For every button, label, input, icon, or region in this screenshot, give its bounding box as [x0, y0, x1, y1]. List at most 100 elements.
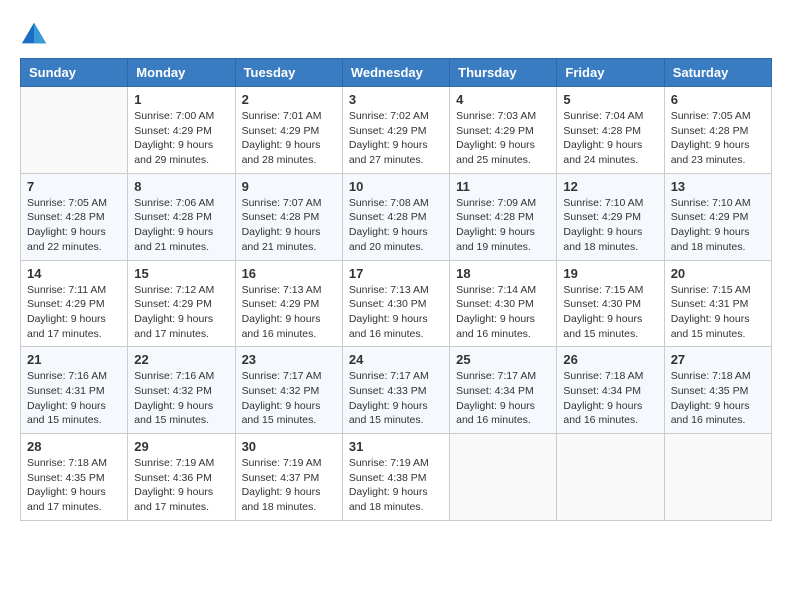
day-info: Sunrise: 7:18 AM Sunset: 4:35 PM Dayligh… [671, 369, 765, 428]
day-cell: 31 Sunrise: 7:19 AM Sunset: 4:38 PM Dayli… [342, 434, 449, 521]
day-cell: 21 Sunrise: 7:16 AM Sunset: 4:31 PM Dayli… [21, 347, 128, 434]
day-cell: 24 Sunrise: 7:17 AM Sunset: 4:33 PM Dayli… [342, 347, 449, 434]
day-info: Sunrise: 7:15 AM Sunset: 4:31 PM Dayligh… [671, 283, 765, 342]
day-cell [664, 434, 771, 521]
logo [20, 20, 52, 48]
page-header [20, 20, 772, 48]
day-info: Sunrise: 7:03 AM Sunset: 4:29 PM Dayligh… [456, 109, 550, 168]
day-cell: 9Sunrise: 7:07 AM Sunset: 4:28 PM Daylig… [235, 173, 342, 260]
day-info: Sunrise: 7:11 AM Sunset: 4:29 PM Dayligh… [27, 283, 121, 342]
calendar-body: 1 Sunrise: 7:00 AM Sunset: 4:29 PM Daylig… [21, 87, 772, 521]
day-info: Sunrise: 7:19 AM Sunset: 4:37 PM Dayligh… [242, 456, 336, 515]
day-info: Sunrise: 7:13 AM Sunset: 4:29 PM Dayligh… [242, 283, 336, 342]
day-number: 1 [134, 92, 228, 107]
day-cell: 10 Sunrise: 7:08 AM Sunset: 4:28 PM Dayli… [342, 173, 449, 260]
day-number: 19 [563, 266, 657, 281]
day-number: 16 [242, 266, 336, 281]
day-number: 6 [671, 92, 765, 107]
day-cell: 3 Sunrise: 7:02 AM Sunset: 4:29 PM Daylig… [342, 87, 449, 174]
day-number: 22 [134, 352, 228, 367]
day-info: Sunrise: 7:18 AM Sunset: 4:35 PM Dayligh… [27, 456, 121, 515]
day-number: 21 [27, 352, 121, 367]
day-number: 14 [27, 266, 121, 281]
week-row-4: 21 Sunrise: 7:16 AM Sunset: 4:31 PM Dayli… [21, 347, 772, 434]
day-cell: 2Sunrise: 7:01 AM Sunset: 4:29 PM Daylig… [235, 87, 342, 174]
day-info: Sunrise: 7:17 AM Sunset: 4:33 PM Dayligh… [349, 369, 443, 428]
day-number: 3 [349, 92, 443, 107]
day-info: Sunrise: 7:12 AM Sunset: 4:29 PM Dayligh… [134, 283, 228, 342]
day-number: 4 [456, 92, 550, 107]
day-number: 15 [134, 266, 228, 281]
day-cell [450, 434, 557, 521]
day-number: 11 [456, 179, 550, 194]
day-info: Sunrise: 7:18 AM Sunset: 4:34 PM Dayligh… [563, 369, 657, 428]
day-number: 30 [242, 439, 336, 454]
day-info: Sunrise: 7:19 AM Sunset: 4:36 PM Dayligh… [134, 456, 228, 515]
day-info: Sunrise: 7:14 AM Sunset: 4:30 PM Dayligh… [456, 283, 550, 342]
day-number: 5 [563, 92, 657, 107]
day-number: 12 [563, 179, 657, 194]
day-info: Sunrise: 7:00 AM Sunset: 4:29 PM Dayligh… [134, 109, 228, 168]
day-cell: 7Sunrise: 7:05 AM Sunset: 4:28 PM Daylig… [21, 173, 128, 260]
day-cell: 13Sunrise: 7:10 AM Sunset: 4:29 PM Dayli… [664, 173, 771, 260]
day-cell: 1 Sunrise: 7:00 AM Sunset: 4:29 PM Daylig… [128, 87, 235, 174]
header-cell-monday: Monday [128, 59, 235, 87]
day-info: Sunrise: 7:15 AM Sunset: 4:30 PM Dayligh… [563, 283, 657, 342]
day-cell: 28 Sunrise: 7:18 AM Sunset: 4:35 PM Dayli… [21, 434, 128, 521]
day-cell: 15 Sunrise: 7:12 AM Sunset: 4:29 PM Dayli… [128, 260, 235, 347]
week-row-2: 7Sunrise: 7:05 AM Sunset: 4:28 PM Daylig… [21, 173, 772, 260]
day-number: 27 [671, 352, 765, 367]
day-cell: 12 Sunrise: 7:10 AM Sunset: 4:29 PM Dayli… [557, 173, 664, 260]
day-cell: 8 Sunrise: 7:06 AM Sunset: 4:28 PM Daylig… [128, 173, 235, 260]
day-info: Sunrise: 7:06 AM Sunset: 4:28 PM Dayligh… [134, 196, 228, 255]
calendar-header: SundayMondayTuesdayWednesdayThursdayFrid… [21, 59, 772, 87]
day-cell: 25 Sunrise: 7:17 AM Sunset: 4:34 PM Dayli… [450, 347, 557, 434]
day-info: Sunrise: 7:04 AM Sunset: 4:28 PM Dayligh… [563, 109, 657, 168]
day-info: Sunrise: 7:16 AM Sunset: 4:32 PM Dayligh… [134, 369, 228, 428]
day-number: 24 [349, 352, 443, 367]
day-number: 18 [456, 266, 550, 281]
day-cell: 16 Sunrise: 7:13 AM Sunset: 4:29 PM Dayli… [235, 260, 342, 347]
day-number: 31 [349, 439, 443, 454]
calendar: SundayMondayTuesdayWednesdayThursdayFrid… [20, 58, 772, 521]
day-info: Sunrise: 7:08 AM Sunset: 4:28 PM Dayligh… [349, 196, 443, 255]
day-number: 13 [671, 179, 765, 194]
day-cell: 27 Sunrise: 7:18 AM Sunset: 4:35 PM Dayli… [664, 347, 771, 434]
day-cell [557, 434, 664, 521]
day-cell: 17Sunrise: 7:13 AM Sunset: 4:30 PM Dayli… [342, 260, 449, 347]
day-number: 2 [242, 92, 336, 107]
day-cell: 18 Sunrise: 7:14 AM Sunset: 4:30 PM Dayli… [450, 260, 557, 347]
day-number: 28 [27, 439, 121, 454]
day-number: 25 [456, 352, 550, 367]
day-cell: 11Sunrise: 7:09 AM Sunset: 4:28 PM Dayli… [450, 173, 557, 260]
day-info: Sunrise: 7:16 AM Sunset: 4:31 PM Dayligh… [27, 369, 121, 428]
day-cell: 29Sunrise: 7:19 AM Sunset: 4:36 PM Dayli… [128, 434, 235, 521]
day-info: Sunrise: 7:17 AM Sunset: 4:34 PM Dayligh… [456, 369, 550, 428]
header-cell-saturday: Saturday [664, 59, 771, 87]
day-info: Sunrise: 7:07 AM Sunset: 4:28 PM Dayligh… [242, 196, 336, 255]
day-info: Sunrise: 7:19 AM Sunset: 4:38 PM Dayligh… [349, 456, 443, 515]
week-row-1: 1 Sunrise: 7:00 AM Sunset: 4:29 PM Daylig… [21, 87, 772, 174]
day-cell: 20Sunrise: 7:15 AM Sunset: 4:31 PM Dayli… [664, 260, 771, 347]
day-number: 8 [134, 179, 228, 194]
day-number: 7 [27, 179, 121, 194]
day-cell [21, 87, 128, 174]
day-info: Sunrise: 7:02 AM Sunset: 4:29 PM Dayligh… [349, 109, 443, 168]
day-number: 17 [349, 266, 443, 281]
header-cell-tuesday: Tuesday [235, 59, 342, 87]
day-cell: 23Sunrise: 7:17 AM Sunset: 4:32 PM Dayli… [235, 347, 342, 434]
header-cell-sunday: Sunday [21, 59, 128, 87]
week-row-5: 28 Sunrise: 7:18 AM Sunset: 4:35 PM Dayli… [21, 434, 772, 521]
day-number: 10 [349, 179, 443, 194]
week-row-3: 14 Sunrise: 7:11 AM Sunset: 4:29 PM Dayli… [21, 260, 772, 347]
day-cell: 22 Sunrise: 7:16 AM Sunset: 4:32 PM Dayli… [128, 347, 235, 434]
day-info: Sunrise: 7:10 AM Sunset: 4:29 PM Dayligh… [563, 196, 657, 255]
day-cell: 6Sunrise: 7:05 AM Sunset: 4:28 PM Daylig… [664, 87, 771, 174]
header-cell-friday: Friday [557, 59, 664, 87]
header-cell-wednesday: Wednesday [342, 59, 449, 87]
header-row: SundayMondayTuesdayWednesdayThursdayFrid… [21, 59, 772, 87]
day-number: 26 [563, 352, 657, 367]
day-info: Sunrise: 7:17 AM Sunset: 4:32 PM Dayligh… [242, 369, 336, 428]
day-cell: 14 Sunrise: 7:11 AM Sunset: 4:29 PM Dayli… [21, 260, 128, 347]
day-cell: 4 Sunrise: 7:03 AM Sunset: 4:29 PM Daylig… [450, 87, 557, 174]
